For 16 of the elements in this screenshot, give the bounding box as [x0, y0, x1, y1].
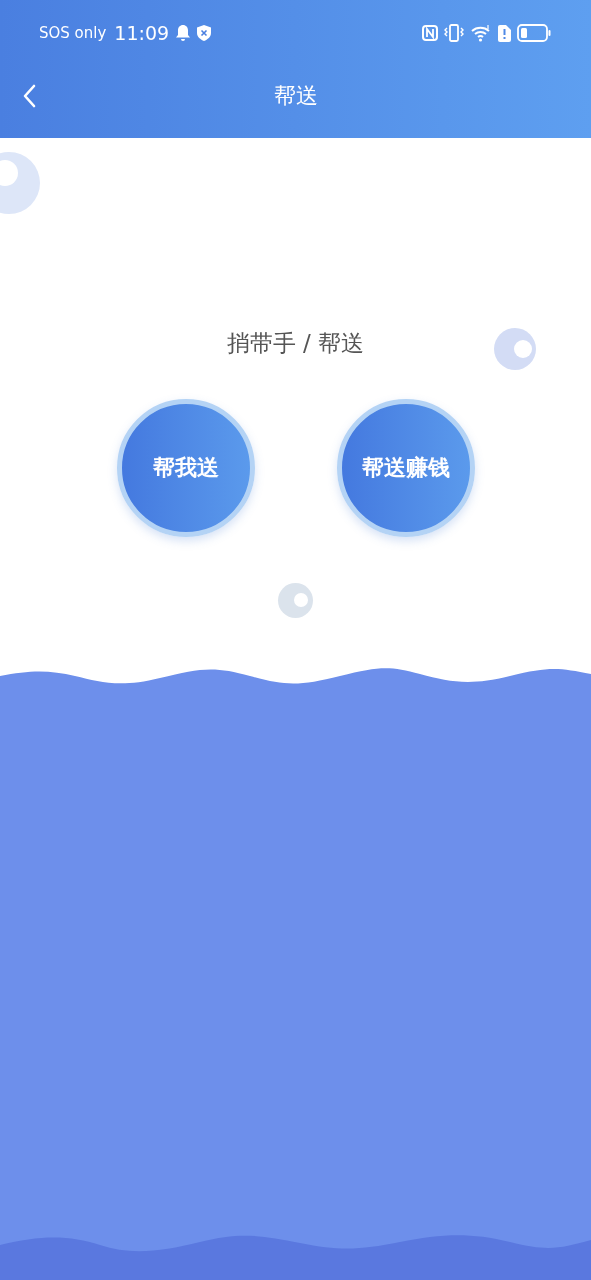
back-icon [22, 84, 36, 108]
bell-icon [175, 24, 192, 42]
page-title: 帮送 [273, 83, 318, 108]
bubble [494, 328, 536, 370]
bubble [278, 583, 313, 618]
sim-alert-icon [498, 24, 511, 42]
action-button[interactable]: 帮送赚钱 [336, 399, 475, 537]
action-button[interactable]: 帮我送 [116, 399, 255, 537]
battery-icon [517, 24, 551, 42]
wifi-icon [470, 24, 492, 42]
vibrate-icon [444, 24, 464, 42]
clock-time: 11:09 [114, 22, 170, 44]
carrier-text: SOS only [39, 24, 107, 42]
nfc-icon [422, 25, 438, 41]
shield-icon [197, 25, 212, 41]
subtitle-text: 捎带手 / 帮送 [226, 329, 365, 358]
